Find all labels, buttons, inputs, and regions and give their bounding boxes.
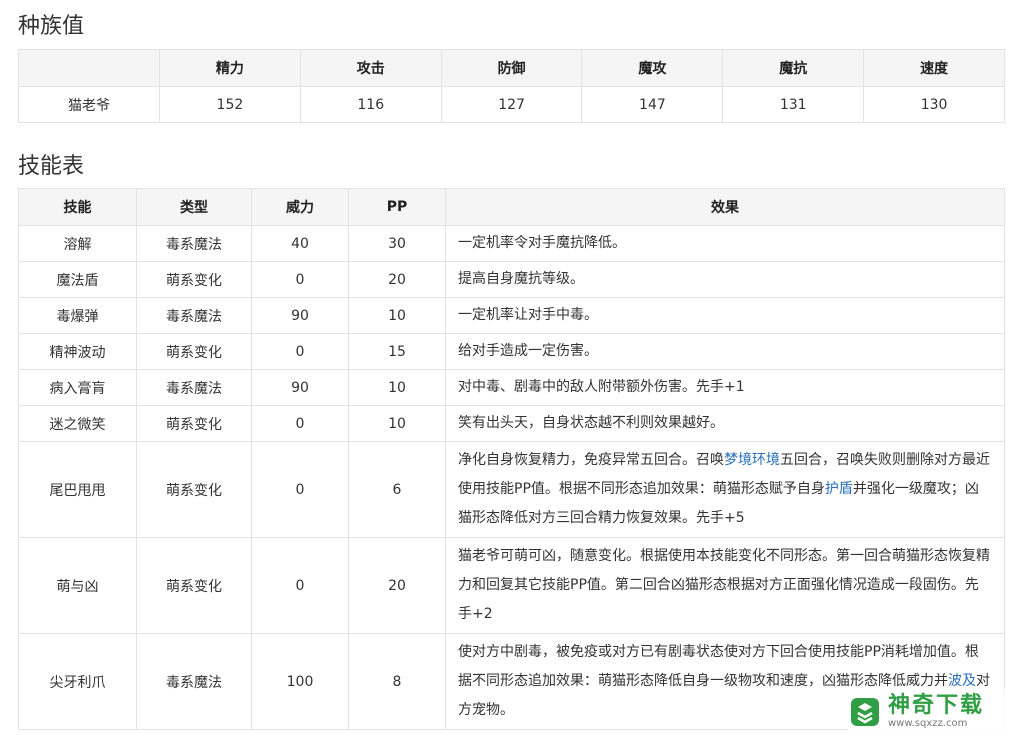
skill-power: 90 bbox=[251, 297, 349, 334]
skill-row: 萌与凶 萌系变化 0 20 猫老爷可萌可凶，随意变化。根据使用本技能变化不同形态… bbox=[18, 537, 1005, 634]
skill-pp: 10 bbox=[348, 369, 446, 406]
skill-pp: 30 bbox=[348, 225, 446, 262]
skill-pp: 20 bbox=[348, 261, 446, 298]
skill-effect: 一定机率让对手中毒。 bbox=[445, 297, 1005, 334]
skill-pp: 20 bbox=[348, 537, 446, 634]
skill-pp: 6 bbox=[348, 441, 446, 538]
skills-header-row: 技能 类型 威力 PP 效果 bbox=[18, 188, 1005, 226]
stats-cell: 127 bbox=[440, 86, 583, 123]
skill-name: 尖牙利爪 bbox=[18, 633, 137, 730]
stats-header-cell: 防御 bbox=[440, 49, 583, 87]
stats-cell: 131 bbox=[722, 86, 865, 123]
spread-link[interactable]: 波及 bbox=[948, 673, 976, 689]
skill-pp: 15 bbox=[348, 333, 446, 370]
skill-power: 0 bbox=[251, 405, 349, 442]
skill-name: 溶解 bbox=[18, 225, 137, 262]
stats-cell: 147 bbox=[581, 86, 724, 123]
skill-name: 迷之微笑 bbox=[18, 405, 137, 442]
skill-row: 精神波动 萌系变化 0 15 给对手造成一定伤害。 bbox=[18, 333, 1005, 370]
skill-pp: 8 bbox=[348, 633, 446, 730]
skill-type: 萌系变化 bbox=[136, 537, 252, 634]
skill-name: 尾巴甩甩 bbox=[18, 441, 137, 538]
skill-effect: 给对手造成一定伤害。 bbox=[445, 333, 1005, 370]
dream-environment-link[interactable]: 梦境环境 bbox=[724, 452, 780, 468]
site-logo-icon bbox=[851, 698, 879, 726]
stats-header-cell: 速度 bbox=[863, 49, 1005, 87]
skill-type: 萌系变化 bbox=[136, 333, 252, 370]
skills-header-cell: 类型 bbox=[136, 188, 252, 226]
stats-table: 精力 攻击 防御 魔攻 魔抗 速度 猫老爷 152 116 127 147 13… bbox=[18, 49, 1005, 123]
skills-table: 技能 类型 威力 PP 效果 溶解 毒系魔法 40 30 一定机率令对手魔抗降低… bbox=[18, 188, 1005, 730]
skill-effect: 对中毒、剧毒中的敌人附带额外伤害。先手+1 bbox=[445, 369, 1005, 406]
skill-row: 迷之微笑 萌系变化 0 10 笑有出头天，自身状态越不利则效果越好。 bbox=[18, 405, 1005, 442]
effect-text: 净化自身恢复精力，免疫异常五回合。召唤 bbox=[458, 452, 724, 468]
skill-power: 90 bbox=[251, 369, 349, 406]
skills-section-title: 技能表 bbox=[18, 154, 85, 179]
skill-power: 0 bbox=[251, 537, 349, 634]
skill-power: 40 bbox=[251, 225, 349, 262]
skill-row: 毒爆弹 毒系魔法 90 10 一定机率让对手中毒。 bbox=[18, 297, 1005, 334]
stats-cell: 130 bbox=[863, 86, 1005, 123]
skill-type: 毒系魔法 bbox=[136, 633, 252, 730]
skills-header-cell: PP bbox=[348, 188, 446, 226]
skill-pp: 10 bbox=[348, 297, 446, 334]
skill-name: 病入膏肓 bbox=[18, 369, 137, 406]
skill-effect: 猫老爷可萌可凶，随意变化。根据使用本技能变化不同形态。第一回合萌猫形态恢复精力和… bbox=[445, 537, 1005, 634]
stats-header-cell: 魔抗 bbox=[722, 49, 865, 87]
skill-row: 尾巴甩甩 萌系变化 0 6 净化自身恢复精力，免疫异常五回合。召唤梦境环境五回合… bbox=[18, 441, 1005, 538]
skill-type: 萌系变化 bbox=[136, 441, 252, 538]
watermark-title: 神奇下载 bbox=[888, 693, 985, 718]
stats-cell: 猫老爷 bbox=[18, 86, 160, 123]
skill-power: 0 bbox=[251, 441, 349, 538]
stats-header-cell: 精力 bbox=[159, 49, 301, 87]
skill-row: 魔法盾 萌系变化 0 20 提高自身魔抗等级。 bbox=[18, 261, 1005, 298]
skill-type: 毒系魔法 bbox=[136, 225, 252, 262]
shield-link[interactable]: 护盾 bbox=[825, 481, 853, 497]
skill-row: 病入膏肓 毒系魔法 90 10 对中毒、剧毒中的敌人附带额外伤害。先手+1 bbox=[18, 369, 1005, 406]
skill-name: 魔法盾 bbox=[18, 261, 137, 298]
skill-type: 毒系魔法 bbox=[136, 369, 252, 406]
stats-cell: 116 bbox=[299, 86, 442, 123]
skill-type: 萌系变化 bbox=[136, 261, 252, 298]
stats-header-cell: 魔攻 bbox=[581, 49, 724, 87]
skill-type: 毒系魔法 bbox=[136, 297, 252, 334]
skill-name: 萌与凶 bbox=[18, 537, 137, 634]
skill-power: 0 bbox=[251, 333, 349, 370]
skill-effect: 一定机率令对手魔抗降低。 bbox=[445, 225, 1005, 262]
effect-text: 使对方中剧毒，被免疫或对方已有剧毒状态使对方下回合使用技能PP消耗增加值。根据不… bbox=[458, 644, 979, 689]
skill-power: 0 bbox=[251, 261, 349, 298]
skill-effect: 提高自身魔抗等级。 bbox=[445, 261, 1005, 298]
watermark-url: www.sqxzz.com bbox=[888, 718, 968, 729]
stats-header-row: 精力 攻击 防御 魔攻 魔抗 速度 bbox=[18, 49, 1005, 87]
skill-effect: 净化自身恢复精力，免疫异常五回合。召唤梦境环境五回合，召唤失败则删除对方最近使用… bbox=[445, 441, 1005, 538]
skills-header-cell: 技能 bbox=[18, 188, 137, 226]
stats-header-cell: 攻击 bbox=[299, 49, 442, 87]
skill-name: 毒爆弹 bbox=[18, 297, 137, 334]
site-watermark: 神奇下载 www.sqxzz.com bbox=[848, 689, 1008, 735]
skill-name: 精神波动 bbox=[18, 333, 137, 370]
stats-section-title: 种族值 bbox=[18, 14, 85, 39]
skill-power: 100 bbox=[251, 633, 349, 730]
skills-header-cell: 效果 bbox=[445, 188, 1005, 226]
stats-header-cell bbox=[18, 49, 160, 87]
skill-type: 萌系变化 bbox=[136, 405, 252, 442]
stats-row: 猫老爷 152 116 127 147 131 130 bbox=[18, 86, 1005, 123]
skills-header-cell: 威力 bbox=[251, 188, 349, 226]
skill-effect: 笑有出头天，自身状态越不利则效果越好。 bbox=[445, 405, 1005, 442]
skill-row: 溶解 毒系魔法 40 30 一定机率令对手魔抗降低。 bbox=[18, 225, 1005, 262]
skill-pp: 10 bbox=[348, 405, 446, 442]
stats-cell: 152 bbox=[159, 86, 301, 123]
